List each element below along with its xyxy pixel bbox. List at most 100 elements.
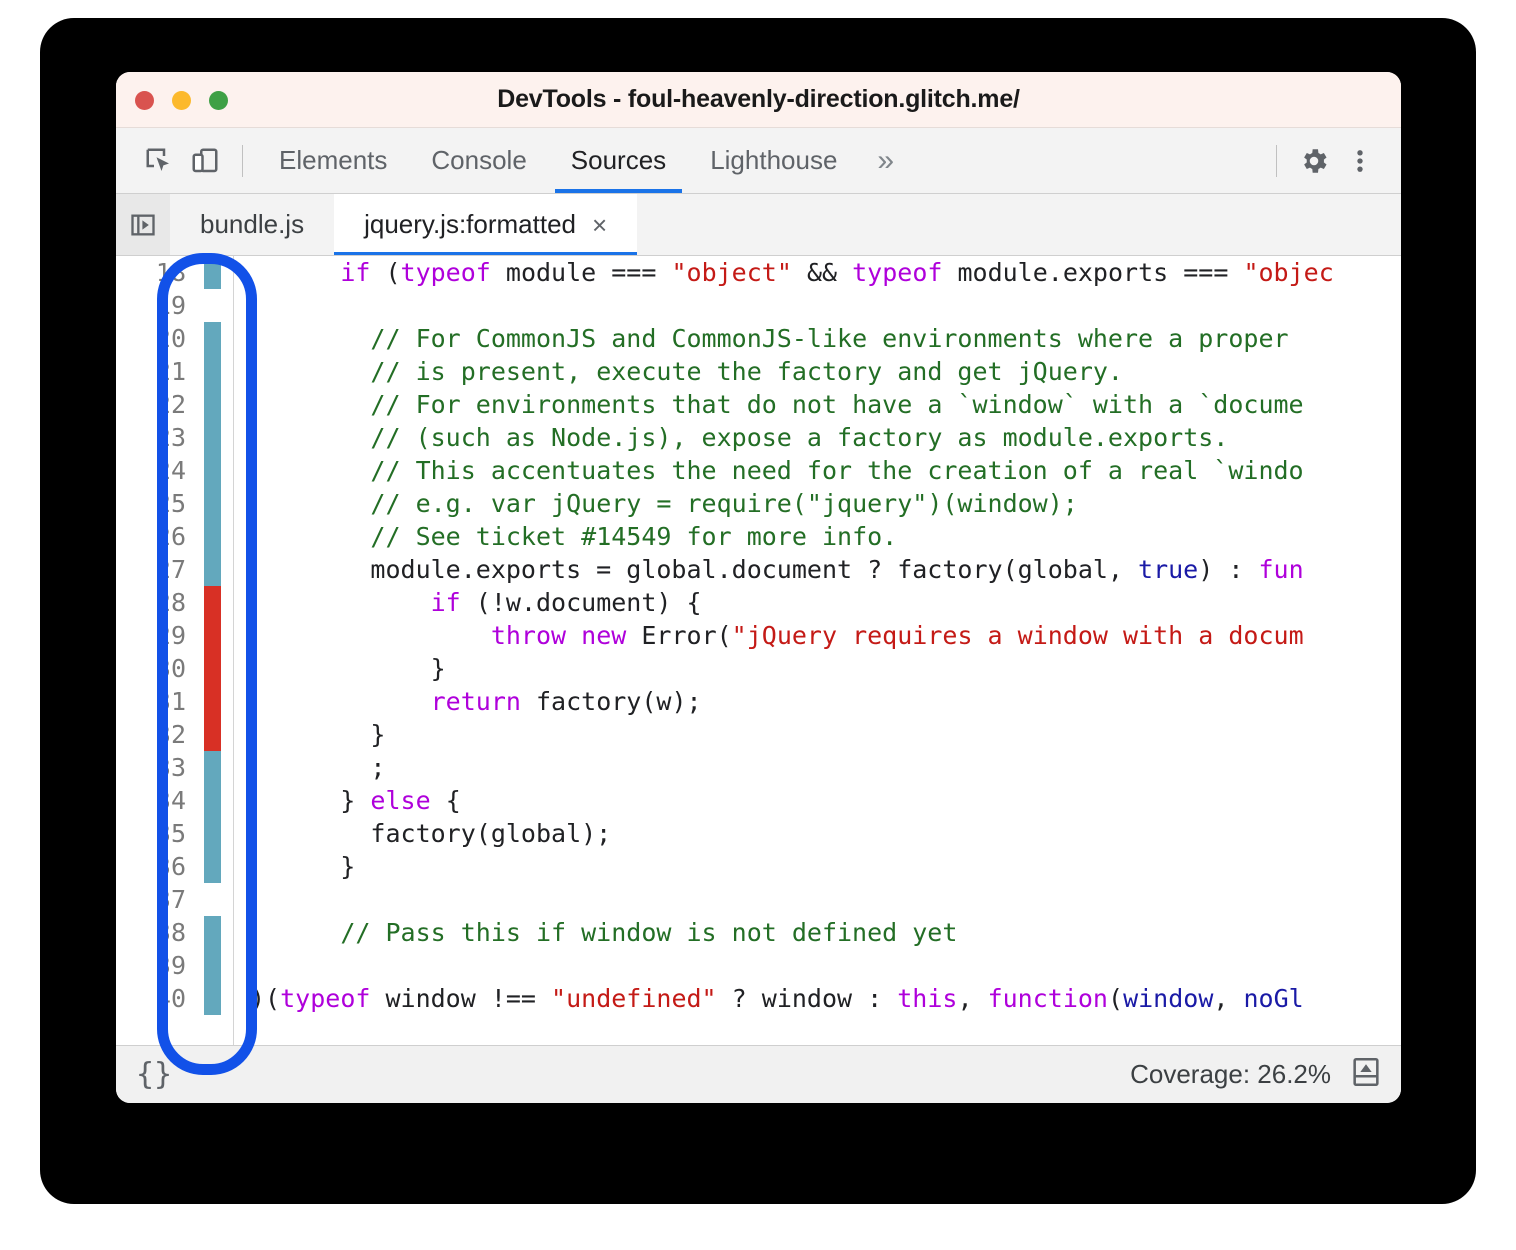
code-token: } [250,852,355,881]
file-tab-jquery-js-formatted-label: jquery.js:formatted [364,209,576,240]
code-token: function [988,984,1108,1013]
code-line[interactable]: // See ticket #14549 for more info. [250,520,1401,553]
file-tab-strip: bundle.js jquery.js:formatted × [116,194,1401,256]
code-line[interactable] [250,883,1401,916]
coverage-marker-used [204,751,221,784]
maximize-window-button[interactable] [209,91,228,110]
line-number-row[interactable]: 37 [116,883,233,916]
code-line[interactable]: throw new Error("jQuery requires a windo… [250,619,1401,652]
window-title: DevTools - foul-heavenly-direction.glitc… [116,85,1401,114]
file-tab-bundle-js[interactable]: bundle.js [170,194,334,255]
device-toolbar-icon[interactable] [182,138,228,184]
line-number-row[interactable]: 19 [116,289,233,322]
tab-lighthouse-label: Lighthouse [710,145,837,176]
line-number-row[interactable]: 26 [116,520,233,553]
coverage-marker-used [204,355,221,388]
code-line[interactable]: // For CommonJS and CommonJS-like enviro… [250,322,1401,355]
code-token: this [897,984,957,1013]
line-number-row[interactable]: 40 [116,982,233,1015]
code-token: typeof [401,258,491,287]
close-icon[interactable]: × [592,212,607,238]
show-drawer-icon[interactable] [1349,1055,1383,1094]
code-line[interactable] [250,289,1401,322]
editor-status-bar: {} Coverage: 26.2% [116,1045,1401,1103]
more-options-icon[interactable] [1337,138,1383,184]
code-line[interactable]: // e.g. var jQuery = require("jquery")(w… [250,487,1401,520]
line-number-row[interactable]: 36 [116,850,233,883]
file-tab-jquery-js-formatted[interactable]: jquery.js:formatted × [334,194,637,255]
code-line[interactable]: factory(global); [250,817,1401,850]
coverage-marker-used [204,322,221,355]
line-number-row[interactable]: 38 [116,916,233,949]
code-line[interactable] [250,949,1401,982]
title-bar: DevTools - foul-heavenly-direction.glitc… [116,72,1401,128]
line-number-row[interactable]: 34 [116,784,233,817]
line-number-row[interactable]: 28 [116,586,233,619]
line-number-gutter[interactable]: 1819202122232425262728293031323334353637… [116,256,234,1045]
inspect-element-icon[interactable] [136,138,182,184]
code-line[interactable]: // Pass this if window is not defined ye… [250,916,1401,949]
code-line[interactable]: } else { [250,784,1401,817]
code-token: // Pass this if window is not defined ye… [340,918,957,947]
line-number-row[interactable]: 18 [116,256,233,289]
line-number: 22 [116,388,194,421]
line-number-row[interactable]: 20 [116,322,233,355]
code-line[interactable]: // (such as Node.js), expose a factory a… [250,421,1401,454]
code-token [250,423,370,452]
line-number-row[interactable]: 29 [116,619,233,652]
line-number-row[interactable]: 31 [116,685,233,718]
line-number-row[interactable]: 24 [116,454,233,487]
line-number-row[interactable]: 23 [116,421,233,454]
code-token: } [250,720,385,749]
code-line[interactable]: module.exports = global.document ? facto… [250,553,1401,586]
line-number-row[interactable]: 25 [116,487,233,520]
close-window-button[interactable] [135,91,154,110]
code-content[interactable]: if (typeof module === "object" && typeof… [234,256,1401,1045]
code-line[interactable]: ; [250,751,1401,784]
line-number-row[interactable]: 27 [116,553,233,586]
code-line[interactable]: // is present, execute the factory and g… [250,355,1401,388]
code-token: window !== [370,984,551,1013]
more-panels-chevron-icon[interactable]: » [859,128,912,193]
line-number-row[interactable]: 21 [116,355,233,388]
code-token: "jQuery requires a window with a docum [732,621,1304,650]
code-line[interactable]: if (typeof module === "object" && typeof… [250,256,1401,289]
tab-lighthouse[interactable]: Lighthouse [688,128,859,193]
code-line[interactable]: } [250,718,1401,751]
line-number-row[interactable]: 39 [116,949,233,982]
pretty-print-button[interactable]: {} [136,1060,172,1090]
tab-elements[interactable]: Elements [257,128,409,193]
code-line[interactable]: return factory(w); [250,685,1401,718]
gear-icon[interactable] [1291,138,1337,184]
line-number: 37 [116,883,194,916]
code-token: "undefined" [551,984,717,1013]
code-line[interactable]: )(typeof window !== "undefined" ? window… [250,982,1401,1015]
line-number-row[interactable]: 35 [116,817,233,850]
minimize-window-button[interactable] [172,91,191,110]
line-number: 24 [116,454,194,487]
line-number-row[interactable]: 22 [116,388,233,421]
coverage-marker-used [204,949,221,982]
code-line[interactable]: if (!w.document) { [250,586,1401,619]
code-line[interactable]: // This accentuates the need for the cre… [250,454,1401,487]
code-token: true [1138,555,1198,584]
code-token: typeof [280,984,370,1013]
code-token: factory(global); [250,819,611,848]
code-token [250,918,340,947]
line-number-row[interactable]: 33 [116,751,233,784]
code-line[interactable]: } [250,652,1401,685]
line-number: 33 [116,751,194,784]
code-token: module.exports = global.document ? facto… [250,555,1138,584]
line-number-row[interactable]: 30 [116,652,233,685]
code-line[interactable]: } [250,850,1401,883]
line-number-row[interactable]: 32 [116,718,233,751]
tab-sources[interactable]: Sources [549,128,688,193]
coverage-marker-used [204,553,221,586]
line-number: 26 [116,520,194,553]
code-token [250,951,280,980]
code-line[interactable]: // For environments that do not have a `… [250,388,1401,421]
show-navigator-icon[interactable] [116,194,170,255]
tab-console[interactable]: Console [409,128,548,193]
code-editor[interactable]: 1819202122232425262728293031323334353637… [116,256,1401,1045]
coverage-marker-used [204,850,221,883]
